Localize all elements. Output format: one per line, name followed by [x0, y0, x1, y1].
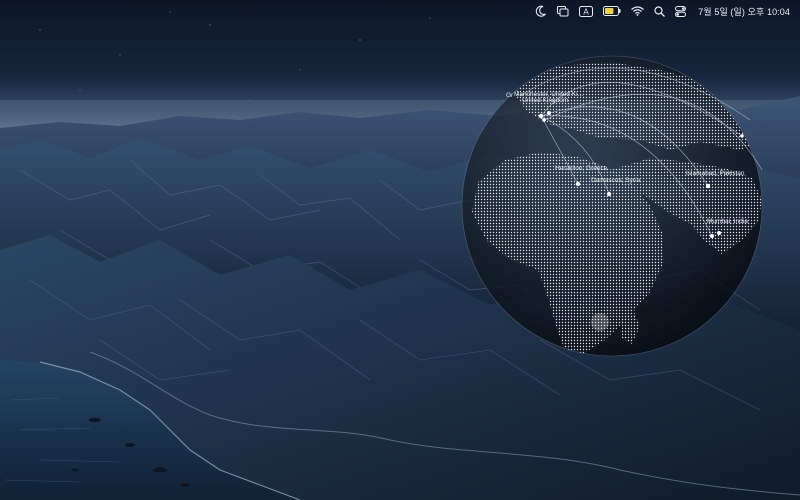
city-label: Islamabad, Pakistan — [686, 170, 745, 177]
city-label: Damascus, Syria — [591, 177, 641, 184]
city-label: Mumbai, India — [707, 218, 748, 225]
battery-level-fill — [605, 8, 614, 14]
menubar-clock[interactable]: 7월 5일 (일) 오후 10:04 — [698, 0, 790, 22]
input-source-icon[interactable]: A — [579, 0, 594, 22]
search-icon[interactable] — [654, 0, 666, 22]
city-label: Heraklion, Greece — [555, 165, 608, 172]
control-center-icon[interactable] — [675, 0, 687, 22]
desktop-wallpaper: Manchester, United Ki... United Kingdom … — [0, 0, 800, 500]
city-label: Gr — [506, 92, 514, 99]
input-source-letter: A — [584, 7, 590, 16]
window-tiles-icon[interactable] — [557, 0, 569, 22]
city-label: United Kingdom — [522, 97, 568, 104]
battery-icon[interactable] — [603, 0, 621, 22]
crescent-moon-icon[interactable] — [535, 0, 547, 22]
menu-bar: A 7월 5일 (일) 오후 10:04 — [0, 0, 800, 22]
wifi-icon[interactable] — [631, 0, 645, 22]
